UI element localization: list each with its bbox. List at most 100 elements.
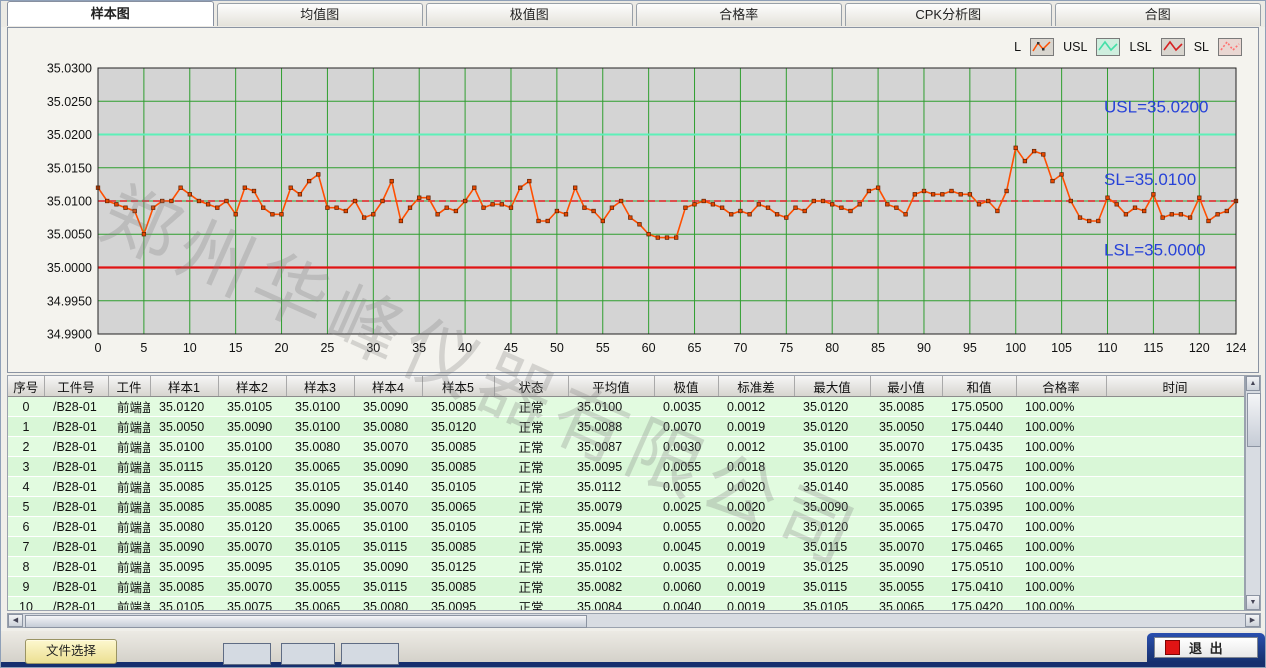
table-cell: /B28-01 [44, 557, 108, 577]
svg-text:35.0150: 35.0150 [47, 161, 92, 175]
tab-cpk-analysis[interactable]: CPK分析图 [845, 3, 1052, 26]
table-header-cell[interactable]: 样本3 [286, 376, 354, 397]
app-window: 样本图 均值图 极值图 合格率 CPK分析图 合图 L USL LSL SL 3 [0, 0, 1266, 668]
table-cell: 4 [8, 477, 44, 497]
table-header-cell[interactable]: 极值 [654, 376, 718, 397]
sample-data-table: 序号工件号工件样本1样本2样本3样本4样本5状态平均值极值标准差最大值最小值和值… [7, 375, 1245, 611]
table-cell: 35.0115 [794, 577, 870, 597]
horizontal-scroll-thumb[interactable] [25, 615, 587, 628]
tab-mean-chart[interactable]: 均值图 [217, 3, 424, 26]
scroll-up-icon[interactable]: ▲ [1246, 376, 1260, 391]
table-cell: 175.0440 [942, 417, 1016, 437]
series-line-icon [1030, 38, 1054, 56]
table-row[interactable]: 2/B28-01前端盖35.010035.010035.008035.00703… [8, 437, 1244, 457]
table-header-cell[interactable]: 最大值 [794, 376, 870, 397]
table-cell: 175.0560 [942, 477, 1016, 497]
table-row[interactable]: 4/B28-01前端盖35.008535.012535.010535.01403… [8, 477, 1244, 497]
table-header-cell[interactable]: 和值 [942, 376, 1016, 397]
table-row[interactable]: 10/B28-01前端盖35.010535.007535.006535.0080… [8, 597, 1244, 612]
table-cell: 35.0090 [286, 497, 354, 517]
exit-button[interactable]: 退 出 [1154, 637, 1258, 658]
svg-text:120: 120 [1189, 341, 1210, 355]
table-cell: 2 [8, 437, 44, 457]
table-vertical-scrollbar[interactable]: ▲ ▼ [1245, 375, 1261, 611]
table-header-cell[interactable]: 标准差 [718, 376, 794, 397]
table-row[interactable]: 3/B28-01前端盖35.011535.012035.006535.00903… [8, 457, 1244, 477]
legend-label-usl: USL [1063, 40, 1087, 54]
table-header-cell[interactable]: 工件 [108, 376, 150, 397]
table-cell: 正常 [494, 437, 568, 457]
table-row[interactable]: 8/B28-01前端盖35.009535.009535.010535.00903… [8, 557, 1244, 577]
table-cell: 0.0020 [718, 477, 794, 497]
svg-text:35.0300: 35.0300 [47, 62, 92, 76]
table-cell: 175.0475 [942, 457, 1016, 477]
table-header-cell[interactable]: 状态 [494, 376, 568, 397]
svg-text:55: 55 [596, 341, 610, 355]
tab-range-chart[interactable]: 极值图 [426, 3, 633, 26]
table-header-cell[interactable]: 平均值 [568, 376, 654, 397]
table-row[interactable]: 0/B28-01前端盖35.012035.010535.010035.00903… [8, 397, 1244, 417]
table-cell: 100.00% [1016, 397, 1106, 417]
table-row[interactable]: 1/B28-01前端盖35.005035.009035.010035.00803… [8, 417, 1244, 437]
table-header-cell[interactable]: 时间 [1106, 376, 1244, 397]
table-row[interactable]: 6/B28-01前端盖35.008035.012035.006535.01003… [8, 517, 1244, 537]
table-cell: 前端盖 [108, 597, 150, 612]
table-cell: 35.0095 [422, 597, 494, 612]
svg-text:75: 75 [779, 341, 793, 355]
table-cell: 0.0012 [718, 397, 794, 417]
scroll-right-icon[interactable]: ▶ [1245, 614, 1260, 627]
table-cell: 正常 [494, 497, 568, 517]
table-cell: 35.0085 [870, 477, 942, 497]
background-window-fragment [281, 643, 335, 665]
table-header-cell[interactable]: 样本2 [218, 376, 286, 397]
taskbar-edge [1, 662, 1266, 668]
svg-text:95: 95 [963, 341, 977, 355]
table-cell [1106, 397, 1244, 417]
file-select-button[interactable]: 文件选择 [25, 639, 117, 664]
table-cell: 正常 [494, 557, 568, 577]
table-cell: 175.0410 [942, 577, 1016, 597]
table-header-cell[interactable]: 序号 [8, 376, 44, 397]
tab-sample-chart[interactable]: 样本图 [7, 1, 214, 26]
table-cell: 35.0082 [568, 577, 654, 597]
table-cell: 0.0055 [654, 477, 718, 497]
table-row[interactable]: 7/B28-01前端盖35.009035.007035.010535.01153… [8, 537, 1244, 557]
table-header-cell[interactable]: 样本4 [354, 376, 422, 397]
table-cell: 35.0105 [286, 537, 354, 557]
table-cell: 35.0100 [286, 417, 354, 437]
tab-combined-chart[interactable]: 合图 [1055, 3, 1262, 26]
table-cell: 100.00% [1016, 517, 1106, 537]
table-horizontal-scrollbar[interactable]: ◀ ▶ [7, 613, 1261, 628]
table-cell: 35.0085 [422, 397, 494, 417]
svg-text:20: 20 [275, 341, 289, 355]
table-cell: 175.0510 [942, 557, 1016, 577]
table-row[interactable]: 5/B28-01前端盖35.008535.008535.009035.00703… [8, 497, 1244, 517]
table-cell: 0.0019 [718, 577, 794, 597]
scroll-left-icon[interactable]: ◀ [8, 614, 23, 627]
table-cell: 175.0435 [942, 437, 1016, 457]
table-cell: 35.0102 [568, 557, 654, 577]
table-cell: 35.0084 [568, 597, 654, 612]
svg-text:80: 80 [825, 341, 839, 355]
scroll-down-icon[interactable]: ▼ [1246, 595, 1260, 610]
vertical-scroll-thumb[interactable] [1247, 393, 1261, 447]
table-row[interactable]: 9/B28-01前端盖35.008535.007035.005535.01153… [8, 577, 1244, 597]
table-cell: 0.0030 [654, 437, 718, 457]
table-cell: 35.0085 [218, 497, 286, 517]
table-cell: 35.0140 [354, 477, 422, 497]
table-cell: /B28-01 [44, 397, 108, 417]
table-cell: 35.0140 [794, 477, 870, 497]
table-cell: 前端盖 [108, 417, 150, 437]
table-header-cell[interactable]: 样本5 [422, 376, 494, 397]
table-header-cell[interactable]: 合格率 [1016, 376, 1106, 397]
svg-text:35.0200: 35.0200 [47, 128, 92, 142]
table-cell: 100.00% [1016, 417, 1106, 437]
svg-text:35.0050: 35.0050 [47, 228, 92, 242]
table-cell: /B28-01 [44, 457, 108, 477]
table-header-cell[interactable]: 样本1 [150, 376, 218, 397]
control-chart: 35.030035.025035.020035.015035.010035.00… [10, 58, 1256, 370]
table-header-cell[interactable]: 最小值 [870, 376, 942, 397]
tab-pass-rate[interactable]: 合格率 [636, 3, 843, 26]
table-cell: 0.0012 [718, 437, 794, 457]
table-header-cell[interactable]: 工件号 [44, 376, 108, 397]
